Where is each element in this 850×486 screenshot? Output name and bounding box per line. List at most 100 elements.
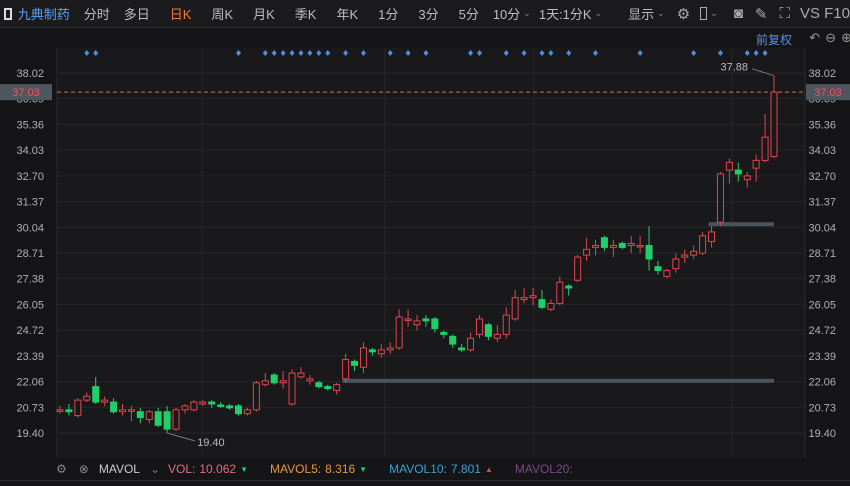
tab-weekly-k[interactable]: 周K — [211, 4, 233, 23]
candle-up — [529, 295, 537, 299]
vol-value: 10.062 — [199, 462, 237, 476]
candle-down — [208, 401, 216, 405]
candle-up — [404, 318, 412, 321]
y-axis-tick-right: 23.39 — [808, 351, 836, 363]
chart-subbar: 前复权 ↶ ⊖ ⊕ — [0, 28, 850, 48]
layout-icon[interactable] — [700, 7, 708, 20]
candle-down — [217, 404, 225, 407]
tab-daily-k[interactable]: 日K — [170, 4, 192, 23]
candle-up — [574, 256, 582, 281]
candlestick-chart[interactable]: 38.0238.0236.6936.6935.3635.3634.0334.03… — [0, 48, 850, 458]
candle-down — [440, 331, 448, 335]
down-arrow-icon: ▼ — [240, 464, 248, 474]
candle-down — [324, 386, 332, 390]
tab-intraday[interactable]: 分时 — [84, 4, 110, 23]
stock-name[interactable]: 九典制药 — [18, 4, 70, 23]
candle-down — [538, 299, 546, 308]
y-axis-tick-left: 22.06 — [16, 377, 44, 389]
undo-icon[interactable]: ↶ — [809, 30, 820, 46]
volume-indicator-bar: ⚙ ⊗ MAVOL ⌄ VOL: 10.062 ▼ MAVOL5: 8.316 … — [0, 458, 850, 480]
candle-up — [342, 359, 350, 380]
candle-up — [672, 258, 680, 270]
candle-down — [565, 285, 573, 289]
chevron-down-icon[interactable]: ⌄ — [657, 8, 665, 19]
y-axis-tick-left: 23.39 — [16, 351, 44, 363]
candle-up — [699, 235, 707, 254]
display-menu[interactable]: 显示 — [628, 4, 654, 23]
tab-quarterly-k[interactable]: 季K — [295, 4, 317, 23]
y-axis-tick-right: 20.73 — [808, 402, 836, 414]
vol-label: VOL: — [168, 462, 196, 476]
tab-monthly-k[interactable]: 月K — [253, 4, 275, 23]
tab-5min[interactable]: 5分 — [459, 4, 479, 23]
candle-down — [734, 169, 742, 175]
candle-up — [288, 372, 296, 405]
candle-up — [252, 382, 260, 411]
multi-period-select[interactable]: 1天:1分K — [539, 4, 592, 23]
candle-up — [413, 320, 421, 326]
tab-1min[interactable]: 1分 — [378, 4, 398, 23]
chevron-down-icon[interactable]: ⌄ — [710, 8, 718, 19]
sidebar-toggle-icon[interactable] — [4, 7, 12, 20]
candle-up — [556, 281, 564, 304]
settings-icon[interactable]: ⚙ — [677, 5, 690, 23]
y-axis-tick-left: 19.40 — [16, 428, 44, 440]
candle-up — [725, 161, 733, 171]
y-axis-tick-left: 38.02 — [16, 68, 44, 80]
last-price-label: 37.03 — [814, 87, 842, 99]
low-price-label: 19.40 — [197, 437, 225, 449]
candle-up — [547, 302, 555, 310]
adjust-mode-button[interactable]: 前复权 — [756, 31, 792, 48]
y-axis-tick-left: 30.04 — [16, 222, 44, 234]
chevron-down-icon[interactable]: ⌄ — [523, 8, 531, 19]
mavol5-value: 8.316 — [325, 462, 356, 476]
candle-down — [618, 243, 626, 248]
y-axis-tick-right: 27.38 — [808, 274, 836, 286]
candle-down — [431, 318, 439, 330]
tab-multi-day[interactable]: 多日 — [124, 4, 150, 23]
zoom-out-icon[interactable]: ⊖ — [825, 30, 836, 46]
candle-down — [92, 386, 100, 403]
candle-up — [627, 243, 635, 246]
candle-up — [493, 333, 501, 339]
candle-up — [761, 136, 769, 161]
y-axis-tick-right: 28.71 — [808, 248, 836, 260]
tab-10min[interactable]: 10分 — [493, 4, 520, 23]
high-price-label: 37.88 — [720, 62, 748, 74]
indicator-name[interactable]: MAVOL — [99, 462, 140, 476]
candle-up — [172, 409, 180, 430]
fullscreen-icon[interactable]: ⛶ — [779, 5, 790, 22]
candle-down — [226, 405, 234, 409]
tab-yearly-k[interactable]: 年K — [336, 4, 358, 23]
candle-down — [422, 318, 430, 322]
vs-f10-button[interactable]: VS F10 — [800, 5, 850, 22]
tab-3min[interactable]: 3分 — [418, 4, 438, 23]
chevron-down-icon[interactable]: ⌄ — [150, 462, 160, 476]
candle-up — [118, 409, 126, 413]
candle-down — [154, 411, 162, 426]
candle-down — [136, 411, 144, 419]
pencil-icon[interactable]: ✎ — [755, 5, 768, 23]
settings-icon[interactable]: ⚙ — [56, 462, 67, 476]
candle-up — [663, 270, 671, 277]
candle-up — [386, 347, 394, 351]
chevron-down-icon[interactable]: ⌄ — [595, 8, 603, 19]
candle-up — [181, 405, 189, 411]
camera-icon[interactable]: ◙ — [734, 5, 743, 22]
candle-up — [243, 409, 251, 415]
candle-up — [592, 244, 599, 248]
zoom-in-icon[interactable]: ⊕ — [841, 30, 850, 46]
candle-down — [645, 244, 653, 260]
y-axis-tick-right: 32.70 — [808, 171, 836, 183]
candle-up — [690, 250, 698, 256]
y-axis-tick-left: 34.03 — [16, 145, 44, 157]
candle-up — [333, 384, 341, 391]
y-axis-tick-right: 34.03 — [808, 145, 836, 157]
candle-down — [458, 347, 466, 351]
candle-down — [163, 411, 171, 430]
last-price-label: 37.03 — [12, 87, 40, 99]
support-level-bar — [342, 378, 774, 383]
candle-up — [377, 349, 385, 355]
candle-up — [395, 316, 403, 349]
close-icon[interactable]: ⊗ — [79, 462, 89, 476]
